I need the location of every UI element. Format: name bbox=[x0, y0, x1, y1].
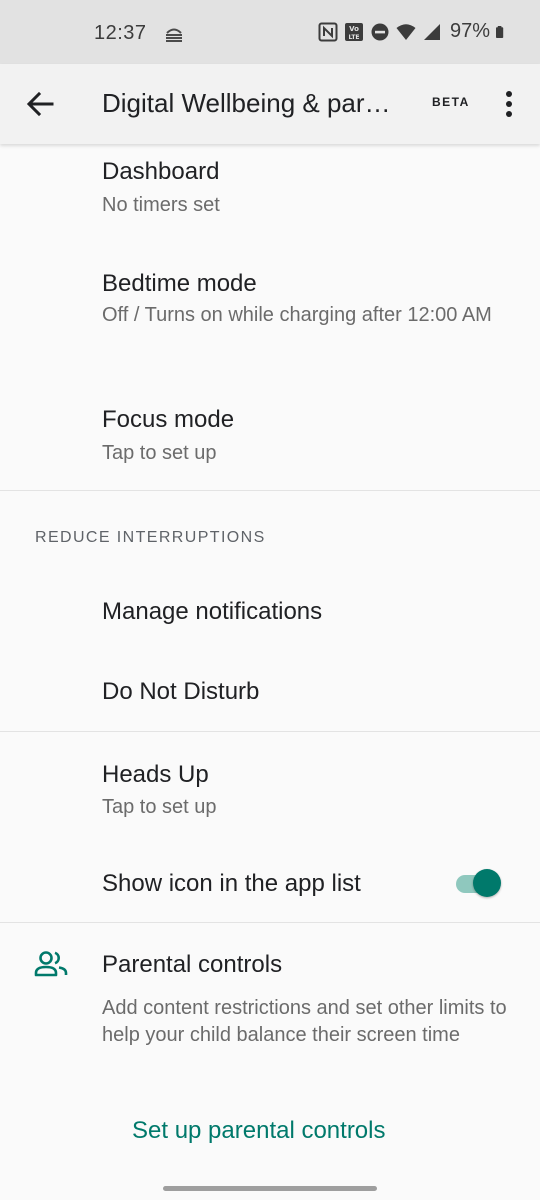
manage-notifications-item[interactable]: Manage notifications bbox=[0, 572, 540, 652]
parental-controls-title: Parental controls bbox=[102, 951, 283, 978]
heads-up-title: Heads Up bbox=[102, 761, 209, 788]
dashboard-item[interactable]: Dashboard No timers set bbox=[0, 144, 540, 248]
nfc-icon bbox=[318, 22, 338, 41]
status-bar: 12:37 Vo LTE 97% bbox=[0, 0, 540, 64]
do-not-disturb-item[interactable]: Do Not Disturb bbox=[0, 652, 540, 731]
dnd-icon bbox=[371, 23, 389, 40]
navigation-handle[interactable] bbox=[163, 1186, 377, 1191]
set-up-parental-controls-button[interactable]: Set up parental controls bbox=[132, 1117, 386, 1145]
battery-percent: 97% bbox=[449, 20, 490, 42]
bedtime-mode-title: Bedtime mode bbox=[102, 270, 257, 297]
focus-mode-subtitle: Tap to set up bbox=[102, 442, 217, 464]
battery-icon bbox=[496, 25, 504, 38]
svg-text:LTE: LTE bbox=[348, 34, 359, 41]
volte-icon: Vo LTE bbox=[344, 22, 363, 41]
section-header-reduce-interruptions: REDUCE INTERRUPTIONS bbox=[35, 529, 266, 546]
heads-up-subtitle: Tap to set up bbox=[102, 796, 217, 818]
wifi-icon bbox=[396, 23, 416, 40]
back-arrow-icon[interactable] bbox=[22, 86, 58, 122]
focus-mode-item[interactable]: Focus mode Tap to set up bbox=[0, 380, 540, 490]
more-options-icon[interactable] bbox=[496, 88, 522, 120]
show-icon-toggle[interactable] bbox=[456, 869, 502, 899]
beta-badge: BETA bbox=[432, 95, 470, 109]
toggle-thumb bbox=[473, 869, 501, 897]
divider bbox=[0, 490, 540, 491]
show-icon-title: Show icon in the app list bbox=[102, 870, 361, 897]
manage-notifications-title: Manage notifications bbox=[102, 598, 323, 625]
bedtime-mode-item[interactable]: Bedtime mode Off / Turns on while chargi… bbox=[0, 248, 540, 380]
do-not-disturb-title: Do Not Disturb bbox=[102, 678, 260, 705]
focus-mode-title: Focus mode bbox=[102, 406, 235, 433]
parental-controls-item: Parental controls Add content restrictio… bbox=[0, 923, 540, 1093]
heads-up-item[interactable]: Heads Up Tap to set up bbox=[0, 732, 540, 842]
dashboard-title: Dashboard bbox=[102, 158, 220, 185]
dashboard-subtitle: No timers set bbox=[102, 194, 220, 216]
svg-text:Vo: Vo bbox=[349, 25, 359, 33]
status-icons: Vo LTE 97% bbox=[318, 20, 508, 43]
status-time: 12:37 bbox=[94, 22, 147, 44]
parental-controls-description: Add content restrictions and set other l… bbox=[102, 997, 507, 1046]
bookmark-stack-icon bbox=[166, 28, 182, 42]
bedtime-mode-subtitle: Off / Turns on while charging after 12:0… bbox=[102, 304, 492, 326]
app-bar: Digital Wellbeing & parental controls BE… bbox=[0, 64, 540, 144]
signal-icon bbox=[423, 23, 440, 40]
page-title: Digital Wellbeing & parental controls bbox=[102, 88, 402, 118]
